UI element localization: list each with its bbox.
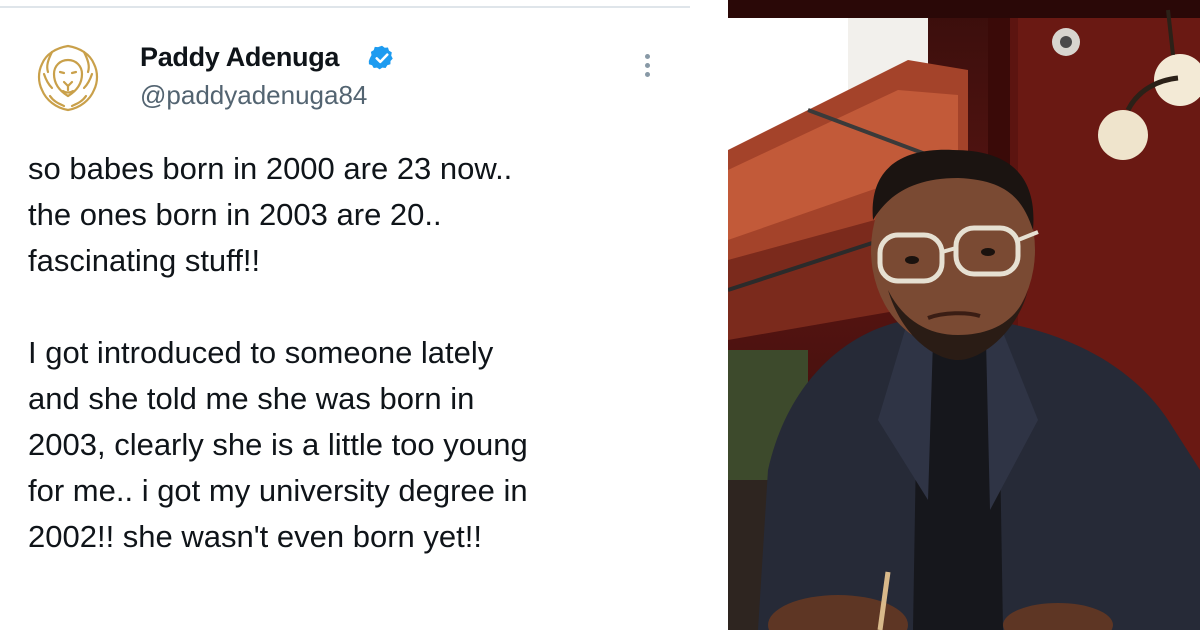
tweet-line: I got introduced to someone lately <box>28 335 494 370</box>
tweet-line: 2002!! she wasn't even born yet!! <box>28 519 482 554</box>
verified-badge-icon <box>368 45 393 70</box>
avatar[interactable] <box>32 42 104 114</box>
tweet-line: and she told me she was born in <box>28 381 475 416</box>
selfie-photo <box>728 0 1200 630</box>
tweet-line: so babes born in 2000 are 23 now.. <box>28 151 513 186</box>
tweet-line: the ones born in 2003 are 20.. <box>28 197 442 232</box>
tweet-line: fascinating stuff!! <box>28 243 261 278</box>
selfie-illustration <box>728 0 1200 630</box>
author-name[interactable]: Paddy Adenuga <box>140 42 339 73</box>
tweet-line: 2003, clearly she is a little too young <box>28 427 528 462</box>
divider <box>0 6 690 8</box>
tweet-line: for me.. i got my university degree in <box>28 473 528 508</box>
more-options-icon[interactable] <box>640 54 654 84</box>
tweet-card: Paddy Adenuga @paddyadenuga84 so babes b… <box>0 0 690 630</box>
tweet-text: so babes born in 2000 are 23 now.. the o… <box>28 146 678 560</box>
author-handle[interactable]: @paddyadenuga84 <box>140 80 367 111</box>
